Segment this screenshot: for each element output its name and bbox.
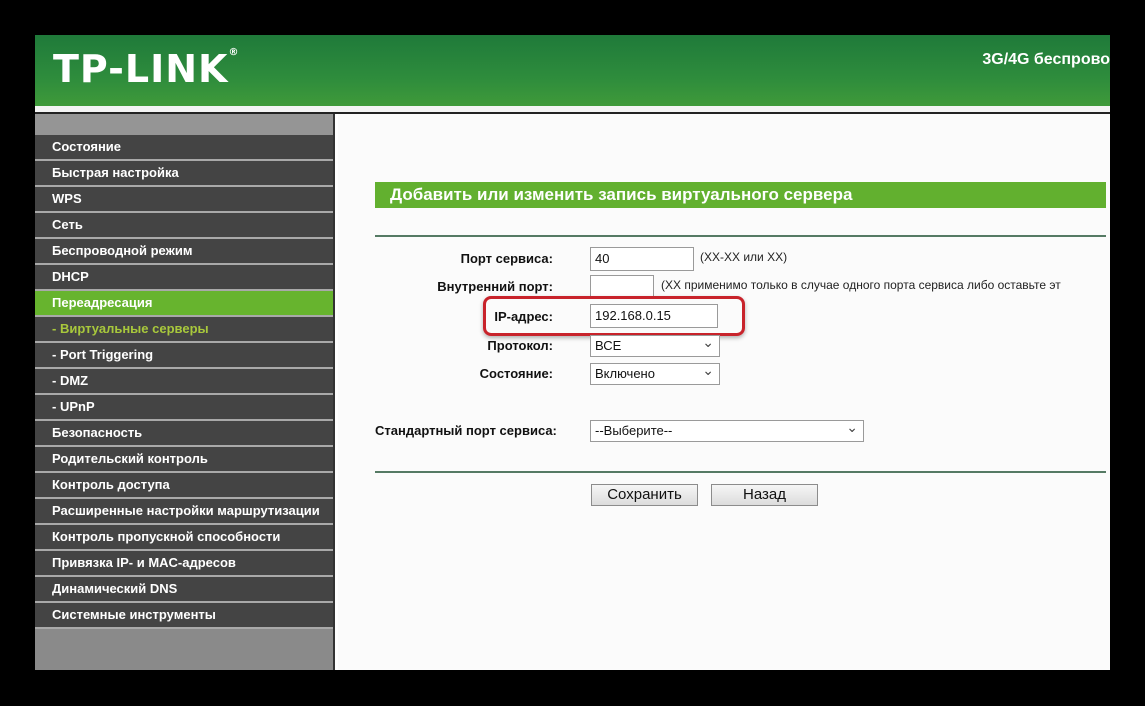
sidebar-item[interactable]: WPS [35, 187, 333, 213]
sidebar-item[interactable]: Контроль пропускной способности [35, 525, 333, 551]
sidebar-top [35, 114, 333, 135]
standard-port-select[interactable]: --Выберите-- [590, 417, 864, 442]
status-label: Состояние: [479, 366, 553, 381]
service-port-hint: (XX-XX или XX) [700, 250, 788, 264]
sidebar-item[interactable]: Беспроводной режим [35, 239, 333, 265]
tp-link-logo: TP-LINK® [53, 47, 240, 91]
sidebar-item[interactable]: - DMZ [35, 369, 333, 395]
sidebar-item[interactable]: Переадресация [35, 291, 333, 317]
sidebar-item[interactable]: Сеть [35, 213, 333, 239]
status-select[interactable]: Включено [590, 360, 720, 385]
model-title: 3G/4G беспрово [982, 51, 1110, 68]
highlight-frame [483, 296, 745, 336]
internal-port-hint: (XX применимо только в случае одного пор… [661, 278, 1061, 292]
protocol-value: ВСЕ [595, 338, 622, 353]
sidebar-item[interactable]: Системные инструменты [35, 603, 333, 629]
divider [375, 235, 1106, 237]
sidebar-item[interactable]: - Виртуальные серверы [35, 317, 333, 343]
sidebar: Состояние Быстрая настройка WPS Сеть Беспров… [35, 114, 333, 670]
header: TP-LINK® 3G/4G беспрово [35, 35, 1110, 106]
sidebar-item[interactable]: Быстрая настройка [35, 161, 333, 187]
protocol-label: Протокол: [487, 338, 553, 353]
service-port-label: Порт сервиса: [460, 251, 553, 266]
divider [375, 471, 1106, 473]
logo-text: TP-LINK [53, 47, 229, 91]
section-title: Добавить или изменить запись виртуальног… [375, 182, 1106, 208]
sidebar-item[interactable]: Безопасность [35, 421, 333, 447]
status-value: Включено [595, 366, 655, 381]
sidebar-item[interactable]: Контроль доступа [35, 473, 333, 499]
sidebar-item[interactable]: - Port Triggering [35, 343, 333, 369]
sidebar-item[interactable]: Привязка IP- и MAC-адресов [35, 551, 333, 577]
protocol-select[interactable]: ВСЕ [590, 332, 720, 357]
sidebar-item[interactable]: Расширенные настройки маршрутизации [35, 499, 333, 525]
sidebar-item[interactable]: Состояние [35, 135, 333, 161]
back-button[interactable]: Назад [711, 484, 818, 506]
save-button[interactable]: Сохранить [591, 484, 698, 506]
standard-port-value: --Выберите-- [595, 423, 673, 438]
sidebar-item[interactable]: - UPnP [35, 395, 333, 421]
sidebar-item[interactable]: Родительский контроль [35, 447, 333, 473]
standard-port-label: Стандартный порт сервиса: [375, 423, 557, 438]
sidebar-item[interactable]: DHCP [35, 265, 333, 291]
internal-port-label: Внутренний порт: [437, 279, 553, 294]
service-port-input[interactable]: 40 [590, 247, 694, 271]
sidebar-item[interactable]: Динамический DNS [35, 577, 333, 603]
